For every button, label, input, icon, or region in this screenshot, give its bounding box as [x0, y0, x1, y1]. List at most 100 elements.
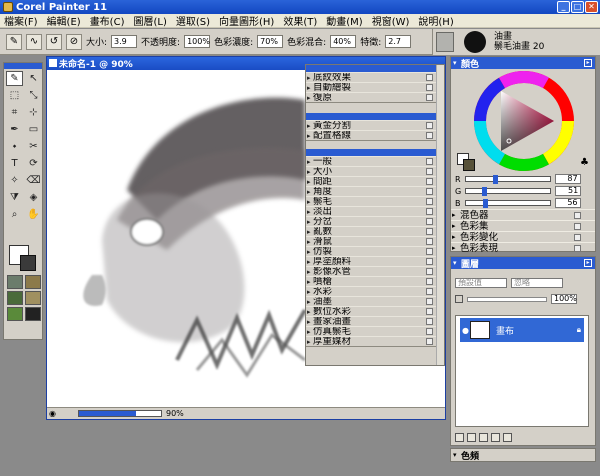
- popup-item[interactable]: 油墨: [306, 296, 444, 306]
- menu-layers[interactable]: 圖層(L): [133, 13, 166, 28]
- popup-item[interactable]: 仿真鬃毛: [306, 326, 444, 336]
- lock-icon[interactable]: 🔒︎: [577, 325, 581, 335]
- magic-wand-icon[interactable]: ✧: [6, 173, 23, 188]
- composite-depth-select[interactable]: 忽略: [511, 278, 563, 288]
- popup-item[interactable]: 畫家油畫: [306, 316, 444, 326]
- popup-item[interactable]: 滑鼠: [306, 236, 444, 246]
- zoom-out-icon[interactable]: ◉: [49, 409, 56, 418]
- panel-mixer[interactable]: 混色器: [451, 209, 595, 221]
- close-icon[interactable]: ✕: [585, 1, 598, 13]
- paint-bucket-icon[interactable]: ◈: [25, 190, 42, 205]
- reset-tool-icon[interactable]: ↺: [46, 33, 62, 50]
- selection-adjuster-icon[interactable]: ⊹: [25, 105, 42, 120]
- popup-group-header[interactable]: [306, 65, 444, 72]
- red-value[interactable]: 87: [554, 174, 581, 184]
- brush-tool-icon[interactable]: ✎: [6, 71, 23, 86]
- layer-commands-icon[interactable]: [455, 433, 464, 442]
- size-field[interactable]: 3.9: [111, 35, 138, 48]
- popup-item[interactable]: 底紋效果: [306, 72, 444, 82]
- popup-item[interactable]: 黃金分割: [306, 120, 444, 130]
- menu-canvas[interactable]: 畫布(C): [90, 13, 125, 28]
- popup-item[interactable]: 間距: [306, 176, 444, 186]
- scissors-icon[interactable]: ✂: [25, 139, 42, 154]
- popup-group-header[interactable]: [306, 113, 444, 120]
- brush-category[interactable]: 油畫: [494, 32, 544, 42]
- popup-group-header[interactable]: [306, 149, 444, 156]
- menu-effects[interactable]: 效果(T): [283, 13, 317, 28]
- brush-icon[interactable]: ✎: [6, 33, 22, 50]
- dynamic-plugins-icon[interactable]: [467, 433, 476, 442]
- zoom-slider[interactable]: [77, 410, 162, 417]
- look-selector-icon[interactable]: [25, 307, 41, 321]
- layer-adjuster-icon[interactable]: ↖: [25, 71, 42, 86]
- menu-shapes[interactable]: 向量圖形(H): [219, 13, 274, 28]
- blue-value[interactable]: 56: [554, 198, 581, 208]
- clone-icon[interactable]: ⊘: [66, 33, 82, 50]
- popup-item[interactable]: 淡出: [306, 206, 444, 216]
- minimize-icon[interactable]: _: [557, 1, 570, 13]
- popup-item[interactable]: 影像水管: [306, 266, 444, 276]
- resat-field[interactable]: 70%: [257, 35, 284, 48]
- menu-file[interactable]: 檔案(F): [4, 13, 38, 28]
- brush-selector[interactable]: 油畫 鬃毛油畫 20: [432, 29, 600, 55]
- grabber-icon[interactable]: ✋: [25, 207, 42, 222]
- composite-method-select[interactable]: 預設值: [455, 278, 507, 288]
- panel-color-variability[interactable]: 色彩變化: [451, 231, 595, 243]
- popup-item[interactable]: 配置格線: [306, 130, 444, 140]
- blue-slider[interactable]: B 56: [451, 197, 595, 209]
- popup-item[interactable]: 數位水彩: [306, 306, 444, 316]
- popup-item[interactable]: 水彩: [306, 286, 444, 296]
- popup-item[interactable]: 亂數: [306, 226, 444, 236]
- panel-color-sets[interactable]: 色彩集: [451, 220, 595, 232]
- nozzle-selector-icon[interactable]: [7, 307, 23, 321]
- drawing-canvas[interactable]: [47, 70, 305, 408]
- green-slider[interactable]: G 51: [451, 185, 595, 197]
- popup-item[interactable]: 仿製: [306, 246, 444, 256]
- brush-variant[interactable]: 鬃毛油畫 20: [494, 42, 544, 52]
- green-value[interactable]: 51: [555, 186, 582, 196]
- panel-menu-icon[interactable]: ▸: [584, 259, 592, 267]
- additional-color-swatch[interactable]: [20, 255, 36, 271]
- gradient-selector-icon[interactable]: [25, 275, 41, 289]
- lock-layer-icon[interactable]: [455, 295, 463, 303]
- dropper-icon[interactable]: ⧩: [6, 190, 23, 205]
- layer-row[interactable]: ● 畫布 🔒︎: [460, 318, 584, 342]
- popup-item[interactable]: 復原: [306, 92, 444, 102]
- popup-item[interactable]: 自動繪製: [306, 82, 444, 92]
- menu-window[interactable]: 視窗(W): [372, 13, 410, 28]
- feature-field[interactable]: 2.7: [385, 35, 412, 48]
- additional-color-chip[interactable]: [463, 159, 475, 171]
- rectangle-icon[interactable]: ▭: [25, 122, 42, 137]
- panel-menu-icon[interactable]: ▸: [584, 59, 592, 67]
- stroke-type-icon[interactable]: ∿: [26, 33, 42, 50]
- color-wheel[interactable]: [451, 69, 597, 173]
- popup-item[interactable]: 分岔: [306, 216, 444, 226]
- menu-select[interactable]: 選取(S): [176, 13, 210, 28]
- popup-item[interactable]: 大小: [306, 166, 444, 176]
- brush-dab-icon[interactable]: [464, 31, 486, 53]
- text-icon[interactable]: T: [6, 156, 23, 171]
- pattern-selector-icon[interactable]: [7, 291, 23, 305]
- popup-item[interactable]: 角度: [306, 186, 444, 196]
- color-wheel-area[interactable]: ♣: [451, 69, 595, 173]
- zoom-value[interactable]: 90%: [166, 409, 184, 418]
- pen-icon[interactable]: ✒: [6, 122, 23, 137]
- brush-category-icon[interactable]: [436, 32, 454, 52]
- crop-icon[interactable]: ⌗: [6, 105, 23, 120]
- popup-item[interactable]: 一般: [306, 156, 444, 166]
- menu-movie[interactable]: 動畫(M): [326, 13, 362, 28]
- delete-layer-icon[interactable]: [503, 433, 512, 442]
- channels-panel-header[interactable]: 色頻: [451, 449, 595, 462]
- clone-color-icon[interactable]: ♣: [580, 157, 589, 168]
- layer-opacity-value[interactable]: 100%: [551, 294, 577, 304]
- new-layer-icon[interactable]: [491, 433, 500, 442]
- transform-icon[interactable]: ⤡: [25, 88, 42, 103]
- maximize-icon[interactable]: □: [571, 1, 584, 13]
- menu-help[interactable]: 說明(H): [418, 13, 453, 28]
- red-slider[interactable]: R 87: [451, 173, 595, 185]
- rect-select-icon[interactable]: ⬚: [6, 88, 23, 103]
- weaving-selector-icon[interactable]: [25, 291, 41, 305]
- panel-color-expression[interactable]: 色彩表現: [451, 242, 595, 254]
- popup-item[interactable]: 鬃毛: [306, 196, 444, 206]
- shape-select-icon[interactable]: ⬩: [6, 139, 23, 154]
